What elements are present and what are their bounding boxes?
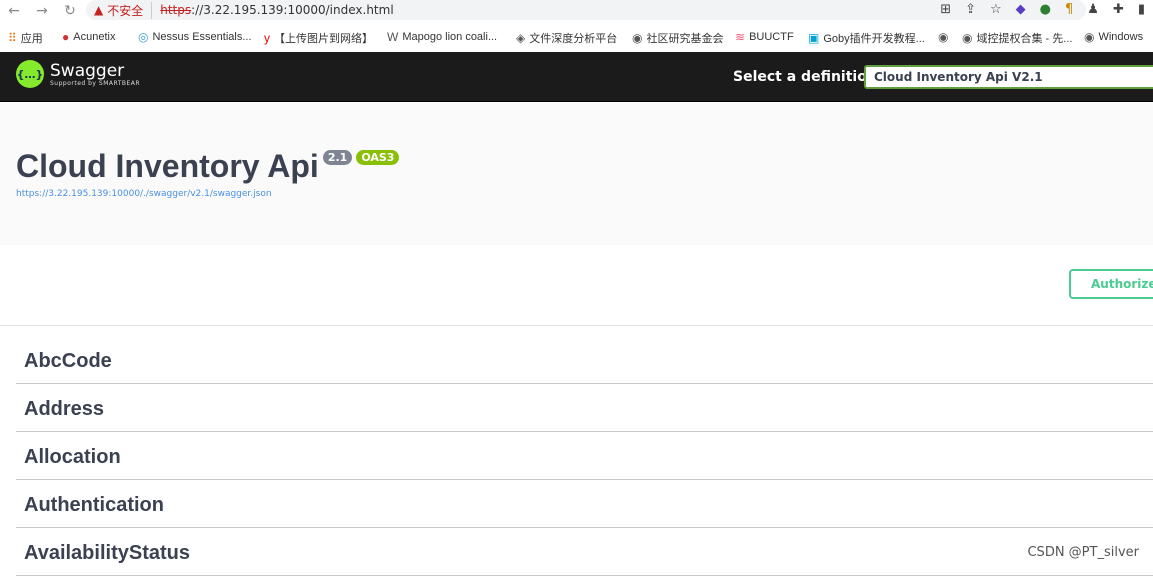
bookmark[interactable]: ◎ Nessus Essentials...: [138, 30, 252, 44]
info-section: Cloud Inventory Api 2.1 OAS3 https://3.22.…: [0, 103, 1153, 245]
bookmark[interactable]: ◉ 社区研究基金会: [632, 30, 723, 46]
bilibili-icon: ▣: [808, 31, 820, 45]
url-protocol: https: [160, 3, 192, 17]
oas-badge: OAS3: [356, 150, 400, 165]
url-text: ://3.22.195.139:10000/index.html: [191, 3, 394, 17]
bookmark-label: 社区研究基金会: [646, 33, 724, 45]
version-badge: 2.1: [322, 150, 353, 165]
globe-icon: ◉: [632, 31, 643, 45]
bookmark[interactable]: ◉ 域控提权合集 - 先...: [962, 30, 1072, 46]
apps-icon: ⠿: [8, 31, 17, 45]
bookmark[interactable]: W Mapogo lion coali...: [387, 30, 497, 44]
address-bar[interactable]: ▲ 不安全 https ://3.22.195.139:10000/index.…: [86, 0, 1086, 20]
swagger-logo-icon: {…}: [16, 60, 44, 88]
bookmark-label: 文件深度分析平台: [529, 33, 618, 45]
bookmark[interactable]: ◉ Windows: [1084, 30, 1143, 44]
buuctf-icon: ≋: [735, 30, 746, 44]
bookmark[interactable]: ◈ 文件深度分析平台: [516, 30, 617, 46]
swagger-logo[interactable]: {…} Swagger Supported by SMARTBEAR: [16, 60, 140, 88]
bookmark[interactable]: y 【上传图片到网络】: [264, 30, 373, 46]
bookmark[interactable]: ◉: [938, 30, 948, 44]
spec-link[interactable]: https://3.22.195.139:10000/./swagger/v2.…: [16, 189, 272, 199]
tag-section[interactable]: Allocation: [16, 432, 1153, 480]
star-icon[interactable]: ☆: [990, 2, 1002, 17]
back-icon[interactable]: ←: [0, 3, 28, 19]
tag-section[interactable]: AbcCode: [16, 336, 1153, 384]
bookmark-label: 【上传图片到网络】: [274, 33, 373, 45]
watermark: CSDN @PT_silver: [1027, 545, 1139, 560]
bookmark-label: 应用: [20, 33, 43, 45]
extension-icon[interactable]: ◆: [1016, 2, 1026, 17]
bookmarks-bar: ⠿ 应用 ● Acunetix ◎ Nessus Essentials... y 【上传…: [0, 26, 1153, 48]
nessus-icon: ◎: [138, 30, 149, 44]
share-icon[interactable]: ⇪: [965, 2, 976, 17]
bookmark-label: BUUCTF: [749, 31, 794, 43]
globe-icon: ◉: [938, 30, 949, 44]
translate-icon[interactable]: ⊞: [940, 2, 951, 17]
y-icon: y: [264, 31, 270, 45]
insecure-label: 不安全: [107, 1, 153, 19]
bookmark-label: Windows: [1098, 31, 1144, 43]
authorize-button[interactable]: Authorize: [1069, 269, 1153, 299]
wikipedia-icon: W: [387, 30, 399, 44]
divider: [0, 325, 1153, 326]
forward-icon[interactable]: →: [28, 3, 56, 19]
warning-icon: ▲: [94, 3, 104, 17]
bookmark-label: 域控提权合集 - 先...: [976, 33, 1073, 45]
sidepanel-icon[interactable]: ▮: [1138, 2, 1145, 17]
swagger-topbar: {…} Swagger Supported by SMARTBEAR Selec…: [0, 52, 1153, 102]
extension-icon[interactable]: ♟: [1087, 2, 1099, 17]
definition-select[interactable]: Cloud Inventory Api V2.1: [864, 65, 1153, 89]
tag-section[interactable]: Authentication: [16, 480, 1153, 528]
globe-icon: ◉: [1084, 30, 1095, 44]
bookmark[interactable]: ▣ Goby插件开发教程...: [808, 30, 925, 46]
bookmark-label: Mapogo lion coali...: [402, 31, 498, 43]
bookmark-label: Nessus Essentials...: [152, 31, 252, 43]
acunetix-icon: ●: [62, 30, 70, 44]
bookmark-label: Acunetix: [73, 31, 116, 43]
tag-list: AbcCode Address Allocation Authenticatio…: [16, 336, 1153, 576]
page-title: Cloud Inventory Api 2.1 OAS3: [16, 148, 400, 185]
globe-icon: ◉: [962, 31, 973, 45]
logo-text: Swagger: [50, 60, 125, 81]
select-definition-label: Select a definition: [733, 69, 877, 85]
tag-section[interactable]: Address: [16, 384, 1153, 432]
eye-icon: ◈: [516, 31, 526, 45]
puzzle-icon[interactable]: ✚: [1113, 2, 1124, 17]
extension-icon[interactable]: ¶: [1065, 2, 1073, 17]
api-title: Cloud Inventory Api: [16, 148, 319, 184]
bookmark-label: Goby插件开发教程...: [823, 33, 925, 45]
bookmark[interactable]: ⠿ 应用: [8, 30, 43, 46]
logo-subtext: Supported by SMARTBEAR: [50, 79, 141, 87]
bookmark[interactable]: ≋ BUUCTF: [735, 30, 794, 44]
bookmark[interactable]: ● Acunetix: [62, 30, 115, 44]
extension-icon[interactable]: ●: [1040, 2, 1051, 17]
tag-section[interactable]: AvailabilityStatus: [16, 528, 1153, 576]
reload-icon[interactable]: ↻: [56, 3, 84, 19]
